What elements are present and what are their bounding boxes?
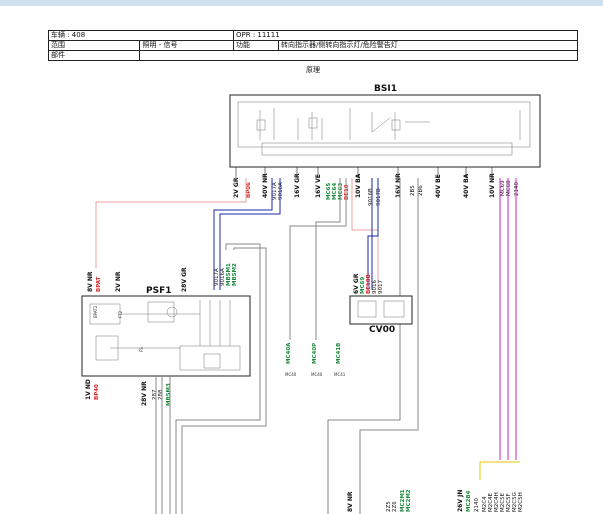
ground-labels: MC40A MC40 MC40P MC40 MC41B MC41 [285,342,346,377]
psf-wire-code: MB5M2 [232,263,238,286]
cv-module-box [349,295,413,325]
red-wire [95,178,247,268]
psf-pin-label: 28V GR [181,267,188,292]
bsi-wire-codes: BP06 9017A 9016A MC65 MC64 MC63 BE10 901… [246,180,520,206]
ground-code: MC40P [312,343,318,364]
cv-pin-label: 6V GR [353,273,360,294]
bottom-label: MC2M2 [406,489,412,512]
wire-code: MC68 [506,180,512,196]
ground-code: MC41B [336,343,342,364]
wire-code: 2140 [514,182,520,196]
psf-title: PSF1 [146,286,172,296]
bottom-label: M2C5H [518,492,524,512]
gray-wire-4 [359,178,419,514]
bsi-pin-label: 2V GR [233,177,240,198]
gray-wire-2 [289,178,347,340]
wire-code: 9016A [278,182,284,200]
psf-bottom-label: 28V NR [141,381,148,406]
psf-bottom-label: BP40 [94,384,100,400]
bsi-pin-label: 40V BA [463,173,470,198]
bottom-label: 26V JN [457,490,464,512]
bottom-label: MC2B4 [466,490,472,512]
ground-code: MC40 [285,372,297,377]
bsi-title: BSI1 [374,84,397,94]
cv-pin-label: 9017 [378,280,384,294]
bsi-pins [235,167,493,178]
ground-code: MC41 [334,372,346,377]
bsi-module-box [229,94,541,168]
gray-wire-6 [181,247,267,514]
bsi-pin-label: 40V NR [262,173,269,198]
wire-code: 9016B [368,188,374,206]
wire-code: 2B5 [410,185,416,196]
wire-code: 9017B [376,188,382,206]
cv-title: CV00 [369,325,395,335]
bsi-pin-label: 16V GR [294,173,301,198]
psf-bottom-label: 1V ND [85,379,92,400]
ground-code: MC40A [286,342,292,364]
psf-bottom-label: MB5M3 [166,383,172,406]
psf-pin-label: 2V NR [115,271,122,292]
psf-pin-label: BPAT2 [93,305,98,318]
gray-wire-1 [315,178,341,340]
psf-pin-label: FT2 [118,310,123,318]
wiring-diagram: BSI1 2V GR 40V NR 16V GR 16V VE 10V BA 1… [81,84,541,514]
bsi-pin-label: 16V NR [395,173,402,198]
bottom-label: 2Z6 [392,501,398,512]
psf-bottom-label: 288 [158,389,164,400]
bsi-pin-label: 16V VE [315,174,322,198]
ground-code: MC40 [311,372,323,377]
psf-pin-label: FS [139,347,144,352]
bottom-labels: 8V NR 2Z5 2Z6 MC2M1 MC2M2 26V JN MC2B4 2… [347,489,524,512]
bottom-label: 8V NR [347,491,354,512]
wire-code: 2B6 [418,185,424,196]
wire-code: BE10 [344,184,350,200]
bsi-pin-label: 10V BA [355,173,362,198]
bsi-pin-label: 40V BE [435,174,442,198]
bottom-label: 2140 [474,498,480,512]
bsi-pin-label: 10V NR [489,173,496,198]
psf-pin-label: BPAT [96,276,102,292]
yellow-wire [479,461,520,480]
psf-bottom-labels: 1V ND 28V NR BP40 287 288 MB5M3 [85,379,172,406]
psf-pin-label: 8V NR [87,271,94,292]
wire-code: BP06 [246,182,252,198]
